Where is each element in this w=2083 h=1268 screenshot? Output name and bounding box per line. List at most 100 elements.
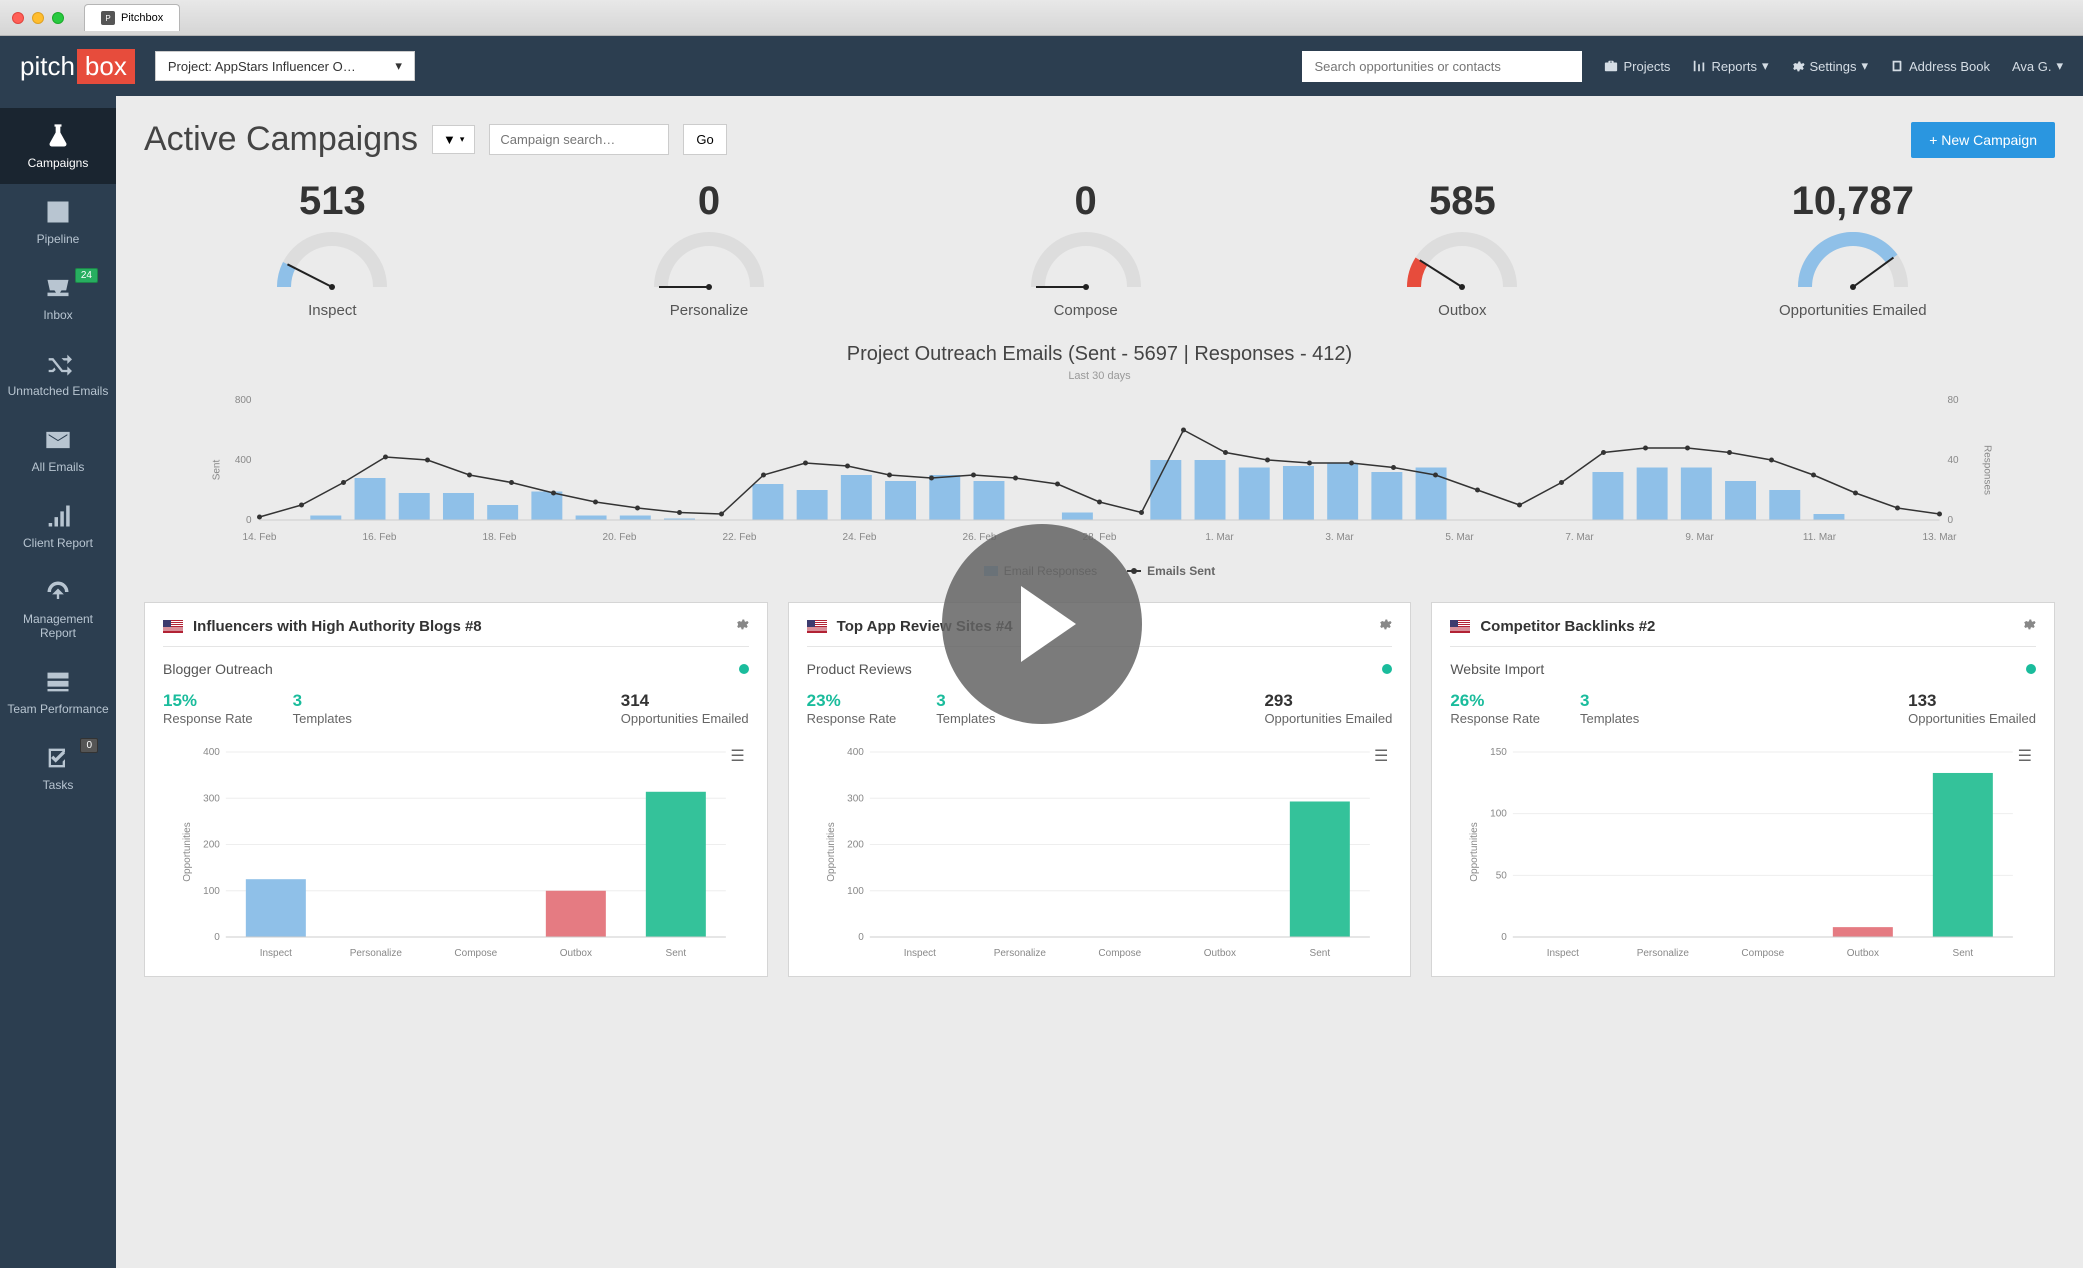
svg-text:Compose: Compose bbox=[1742, 948, 1785, 959]
templates-label: Templates bbox=[1580, 711, 1639, 726]
tab-title: Pitchbox bbox=[121, 12, 163, 24]
response-rate-label: Response Rate bbox=[1450, 711, 1540, 726]
svg-text:80: 80 bbox=[1948, 395, 1960, 406]
svg-text:Sent: Sent bbox=[1953, 948, 1974, 959]
server-icon bbox=[44, 668, 72, 696]
opportunities-label: Opportunities Emailed bbox=[1908, 711, 2036, 726]
card-subtitle: Blogger Outreach bbox=[163, 661, 273, 677]
window-minimize-button[interactable] bbox=[32, 12, 44, 24]
response-rate-value: 15% bbox=[163, 691, 253, 711]
gauge-opportunities-emailed: 10,787 Opportunities Emailed bbox=[1779, 179, 1927, 319]
gauge-label: Compose bbox=[1026, 302, 1146, 319]
sidebar-item-unmatched[interactable]: Unmatched Emails bbox=[0, 336, 116, 412]
chart-menu-icon[interactable]: ☰ bbox=[1374, 746, 1388, 766]
svg-text:Sent: Sent bbox=[1309, 948, 1330, 959]
chart-menu-icon[interactable]: ☰ bbox=[2018, 746, 2032, 766]
page-header: Active Campaigns ▼ ▾ Go + New Campaign bbox=[144, 120, 2055, 159]
svg-text:Opportunities: Opportunities bbox=[826, 822, 837, 881]
gauge-personalize: 0 Personalize bbox=[649, 179, 769, 319]
svg-text:9. Mar: 9. Mar bbox=[1685, 532, 1714, 543]
svg-text:Compose: Compose bbox=[454, 948, 497, 959]
gear-icon[interactable] bbox=[2022, 617, 2036, 636]
response-rate-label: Response Rate bbox=[807, 711, 897, 726]
svg-text:Inspect: Inspect bbox=[903, 948, 935, 959]
gear-icon[interactable] bbox=[735, 617, 749, 636]
sidebar-item-client-report[interactable]: Client Report bbox=[0, 488, 116, 564]
sidebar: Campaigns Pipeline 24 Inbox Unmatched Em… bbox=[0, 96, 116, 1268]
gauge-value: 0 bbox=[649, 179, 769, 224]
card-title[interactable]: Competitor Backlinks #2 bbox=[1480, 618, 2012, 635]
gauge-label: Inspect bbox=[272, 302, 392, 319]
nav-reports[interactable]: Reports ▾ bbox=[1692, 58, 1768, 74]
templates-value: 3 bbox=[1580, 691, 1639, 711]
opportunities-value: 314 bbox=[621, 691, 749, 711]
svg-text:14. Feb: 14. Feb bbox=[243, 532, 277, 543]
gauge-inspect: 513 Inspect bbox=[272, 179, 392, 319]
filter-button[interactable]: ▼ ▾ bbox=[432, 125, 475, 154]
svg-text:100: 100 bbox=[203, 886, 220, 897]
go-button[interactable]: Go bbox=[683, 124, 726, 155]
opportunities-label: Opportunities Emailed bbox=[1264, 711, 1392, 726]
nav-user[interactable]: Ava G. ▾ bbox=[2012, 58, 2063, 74]
svg-text:Opportunities: Opportunities bbox=[1469, 822, 1480, 881]
svg-text:0: 0 bbox=[246, 515, 252, 526]
svg-text:7. Mar: 7. Mar bbox=[1565, 532, 1594, 543]
browser-tab[interactable]: P Pitchbox bbox=[84, 4, 180, 31]
inbox-badge: 24 bbox=[75, 268, 98, 283]
card-subtitle: Product Reviews bbox=[807, 661, 912, 677]
response-rate-value: 26% bbox=[1450, 691, 1540, 711]
svg-text:400: 400 bbox=[203, 747, 220, 758]
gear-icon[interactable] bbox=[1378, 617, 1392, 636]
gauge-compose: 0 Compose bbox=[1026, 179, 1146, 319]
nav-projects[interactable]: Projects bbox=[1604, 59, 1670, 74]
svg-text:100: 100 bbox=[847, 886, 864, 897]
sidebar-item-team-performance[interactable]: Team Performance bbox=[0, 654, 116, 730]
card-title[interactable]: Influencers with High Authority Blogs #8 bbox=[193, 618, 725, 635]
gauge-value: 513 bbox=[272, 179, 392, 224]
sidebar-item-campaigns[interactable]: Campaigns bbox=[0, 108, 116, 184]
opportunities-value: 133 bbox=[1908, 691, 2036, 711]
svg-text:Outbox: Outbox bbox=[560, 948, 592, 959]
templates-label: Templates bbox=[936, 711, 995, 726]
opportunities-label: Opportunities Emailed bbox=[621, 711, 749, 726]
sidebar-item-management-report[interactable]: Management Report bbox=[0, 564, 116, 654]
chart-subtitle: Last 30 days bbox=[144, 370, 2055, 382]
check-icon bbox=[44, 744, 72, 772]
book-icon bbox=[1890, 59, 1904, 73]
window-close-button[interactable] bbox=[12, 12, 24, 24]
chevron-down-icon: ▾ bbox=[1762, 58, 1769, 74]
project-selector[interactable]: Project: AppStars Influencer O… ▾ bbox=[155, 51, 415, 81]
svg-text:200: 200 bbox=[847, 840, 864, 851]
chart-menu-icon[interactable]: ☰ bbox=[730, 746, 744, 766]
nav-address-book[interactable]: Address Book bbox=[1890, 59, 1990, 74]
nav-settings[interactable]: Settings ▾ bbox=[1791, 58, 1869, 74]
svg-text:150: 150 bbox=[1490, 747, 1507, 758]
flask-icon bbox=[44, 122, 72, 150]
flag-icon bbox=[163, 620, 183, 633]
status-dot bbox=[1382, 664, 1392, 674]
sidebar-item-inbox[interactable]: 24 Inbox bbox=[0, 260, 116, 336]
search-input[interactable] bbox=[1302, 51, 1582, 82]
campaign-card: Competitor Backlinks #2 Website Import 2… bbox=[1431, 602, 2055, 977]
svg-text:Personalize: Personalize bbox=[350, 948, 403, 959]
new-campaign-button[interactable]: + New Campaign bbox=[1911, 122, 2055, 158]
card-subtitle: Website Import bbox=[1450, 661, 1544, 677]
sidebar-item-all-emails[interactable]: All Emails bbox=[0, 412, 116, 488]
window-maximize-button[interactable] bbox=[52, 12, 64, 24]
campaign-search-input[interactable] bbox=[489, 124, 669, 155]
logo[interactable]: pitchbox bbox=[20, 49, 135, 84]
play-button[interactable] bbox=[942, 524, 1142, 724]
page-title: Active Campaigns bbox=[144, 120, 418, 159]
play-icon bbox=[1021, 586, 1076, 662]
chevron-down-icon: ▾ bbox=[395, 58, 402, 74]
gear-icon bbox=[1791, 59, 1805, 73]
sidebar-item-pipeline[interactable]: Pipeline bbox=[0, 184, 116, 260]
chevron-down-icon: ▾ bbox=[1861, 58, 1868, 74]
project-selector-label: Project: AppStars Influencer O… bbox=[168, 59, 356, 74]
svg-text:50: 50 bbox=[1496, 870, 1508, 881]
svg-text:200: 200 bbox=[203, 840, 220, 851]
svg-text:Outbox: Outbox bbox=[1847, 948, 1879, 959]
svg-text:100: 100 bbox=[1490, 809, 1507, 820]
status-dot bbox=[739, 664, 749, 674]
sidebar-item-tasks[interactable]: 0 Tasks bbox=[0, 730, 116, 806]
